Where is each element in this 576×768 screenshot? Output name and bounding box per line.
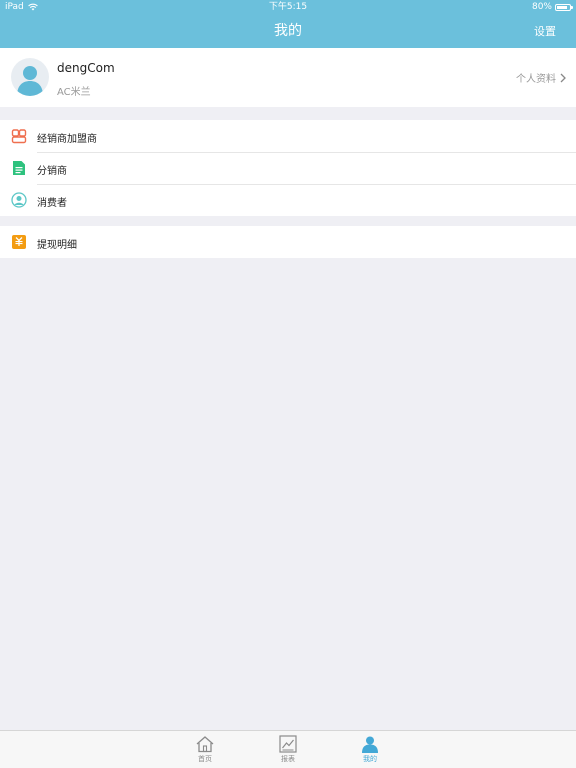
user-avatar-icon xyxy=(17,66,43,96)
profile-link-label: 个人资料 xyxy=(516,74,556,85)
document-icon xyxy=(13,161,25,175)
menu-item-dealer[interactable]: 经销商加盟商 xyxy=(0,120,576,152)
home-icon xyxy=(196,736,214,753)
tab-label: 首页 xyxy=(198,755,212,763)
chart-icon xyxy=(279,735,297,753)
menu-item-label: 提现明细 xyxy=(37,240,77,251)
chevron-right-icon xyxy=(560,73,566,82)
tab-label: 报表 xyxy=(281,755,295,763)
status-time: 下午5:15 xyxy=(268,2,308,12)
menu-item-withdraw[interactable]: 提现明细 xyxy=(0,226,576,258)
menu-item-distributor[interactable]: 分销商 xyxy=(0,152,576,184)
profile-card[interactable]: dengCom AC米兰 个人资料 xyxy=(0,48,576,107)
menu-group-roles: 经销商加盟商 分销商 消费者 xyxy=(0,120,576,216)
user-subtitle: AC米兰 xyxy=(57,87,91,98)
user-icon xyxy=(362,736,378,753)
tab-mine[interactable]: 我的 xyxy=(350,733,390,764)
profile-detail-link[interactable]: 个人资料 xyxy=(516,70,566,85)
tab-report[interactable]: 报表 xyxy=(268,733,308,764)
withdraw-icon xyxy=(12,235,26,249)
tab-label: 我的 xyxy=(363,755,377,763)
battery-icon xyxy=(555,3,573,11)
menu-item-label: 经销商加盟商 xyxy=(37,134,97,145)
username: dengCom xyxy=(57,61,115,75)
avatar xyxy=(11,58,49,96)
nav-bar: 我的 设置 xyxy=(0,14,576,48)
menu-item-consumer[interactable]: 消费者 xyxy=(0,184,576,216)
consumer-icon xyxy=(11,192,27,208)
tab-bar: 首页 报表 我的 xyxy=(0,730,576,768)
status-right: 80% xyxy=(531,0,573,14)
settings-button[interactable]: 设置 xyxy=(534,14,556,50)
battery-percent: 80% xyxy=(531,2,552,12)
page-title: 我的 xyxy=(274,23,302,39)
menu-group-finance: 提现明细 xyxy=(0,226,576,258)
dealer-icon xyxy=(11,129,27,144)
menu-item-label: 消费者 xyxy=(37,198,67,209)
tab-home[interactable]: 首页 xyxy=(185,733,225,764)
status-bar: iPad 下午5:15 80% xyxy=(0,0,576,14)
menu-item-label: 分销商 xyxy=(37,166,67,177)
